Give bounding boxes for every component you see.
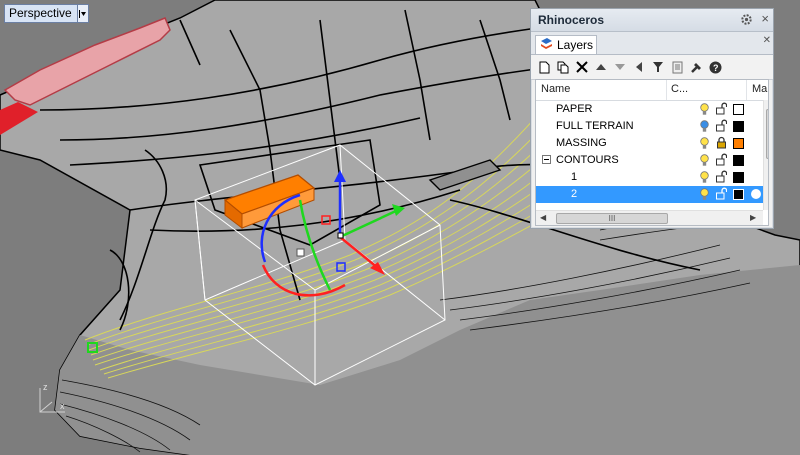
column-header-current[interactable]: C... <box>671 83 688 95</box>
layer-name[interactable]: 2 <box>571 188 577 200</box>
layer-name[interactable]: CONTOURS <box>556 154 619 166</box>
axis-x-label: x <box>60 401 65 411</box>
help-icon[interactable]: ? <box>708 59 722 75</box>
layer-name[interactable]: FULL TERRAIN <box>556 120 634 132</box>
lightbulb-icon[interactable] <box>700 154 709 170</box>
gear-icon[interactable] <box>740 13 753 29</box>
svg-text:?: ? <box>713 63 719 73</box>
scroll-right-icon[interactable]: ▶ <box>750 213 756 222</box>
layer-color-swatch[interactable] <box>733 189 744 200</box>
viewport-title[interactable]: Perspective <box>5 5 77 22</box>
panel-tab-row: Layers ✕ <box>531 32 773 55</box>
layer-row[interactable]: MASSING <box>536 135 763 152</box>
unlock-icon[interactable] <box>716 153 728 169</box>
layer-color-swatch[interactable] <box>733 121 744 132</box>
unlock-icon[interactable] <box>716 119 728 135</box>
lock-icon[interactable] <box>716 136 727 152</box>
layer-name[interactable]: 1 <box>571 171 577 183</box>
layers-icon <box>540 37 553 53</box>
material-sphere-icon[interactable] <box>751 138 761 148</box>
lightbulb-icon[interactable] <box>700 103 709 119</box>
lightbulb-icon[interactable] <box>700 120 709 136</box>
new-layer-icon[interactable] <box>537 59 551 75</box>
layer-row[interactable]: CONTOURS <box>536 152 763 169</box>
layer-color-swatch[interactable] <box>733 104 744 115</box>
column-header-material[interactable]: Ma <box>752 83 767 95</box>
panel-titlebar[interactable]: Rhinoceros × <box>531 9 773 32</box>
close-icon[interactable]: × <box>761 11 769 26</box>
tab-layers[interactable]: Layers <box>535 35 597 54</box>
material-sphere-icon[interactable] <box>751 104 761 114</box>
tab-layers-label: Layers <box>557 38 594 52</box>
layer-color-swatch[interactable] <box>733 138 744 149</box>
layer-row[interactable]: 1 <box>536 169 763 186</box>
material-sphere-icon[interactable] <box>751 189 761 199</box>
move-to-parent-icon[interactable] <box>632 59 646 75</box>
unlock-icon[interactable] <box>716 102 728 118</box>
unlock-icon[interactable] <box>716 170 728 186</box>
panel-title: Rhinoceros <box>538 13 605 27</box>
viewport-menu-arrow-icon[interactable] <box>76 5 88 22</box>
move-down-icon[interactable] <box>613 59 627 75</box>
scroll-left-icon[interactable]: ◀ <box>540 213 546 222</box>
layers-grid: Name C... Ma PAPER FULL TERRAIN MASSING CON… <box>535 79 769 226</box>
layer-row[interactable]: 2 <box>536 186 763 203</box>
column-headers: Name C... Ma <box>536 80 768 101</box>
world-axis-icon: z x <box>39 382 65 413</box>
layer-name[interactable]: MASSING <box>556 137 607 149</box>
move-up-icon[interactable] <box>594 59 608 75</box>
layer-color-swatch[interactable] <box>733 172 744 183</box>
material-sphere-icon[interactable] <box>751 121 761 131</box>
layer-name[interactable]: PAPER <box>556 103 592 115</box>
scroll-down-icon[interactable]: ▼ <box>767 199 768 208</box>
tab-close-icon[interactable]: ✕ <box>763 35 771 46</box>
layers-panel: Rhinoceros × Layers ✕ ? Name C... Ma PAP… <box>530 8 774 229</box>
unlock-icon[interactable] <box>716 187 728 203</box>
lightbulb-icon[interactable] <box>700 137 709 153</box>
vertical-scroll-thumb[interactable] <box>766 109 768 159</box>
layers-toolbar: ? <box>531 55 773 80</box>
filter-icon[interactable] <box>651 59 665 75</box>
horizontal-scrollbar[interactable]: ◀ III ▶ <box>536 210 763 225</box>
collapse-icon[interactable] <box>542 155 551 164</box>
lightbulb-icon[interactable] <box>700 188 709 204</box>
tools-icon[interactable] <box>689 59 703 75</box>
material-sphere-icon[interactable] <box>751 172 761 182</box>
new-sublayer-icon[interactable] <box>556 59 570 75</box>
lightbulb-icon[interactable] <box>700 171 709 187</box>
vertical-scrollbar[interactable]: ▲ ▼ <box>763 100 768 210</box>
layer-row[interactable]: PAPER <box>536 101 763 118</box>
column-header-name[interactable]: Name <box>541 83 570 95</box>
material-sphere-icon[interactable] <box>751 155 761 165</box>
delete-icon[interactable] <box>575 59 589 75</box>
layer-color-swatch[interactable] <box>733 155 744 166</box>
horizontal-scroll-thumb[interactable]: III <box>556 213 668 224</box>
axis-z-label: z <box>43 382 48 392</box>
viewport-tab[interactable]: Perspective <box>4 4 89 23</box>
layer-row[interactable]: FULL TERRAIN <box>536 118 763 135</box>
layer-states-icon[interactable] <box>670 59 684 75</box>
